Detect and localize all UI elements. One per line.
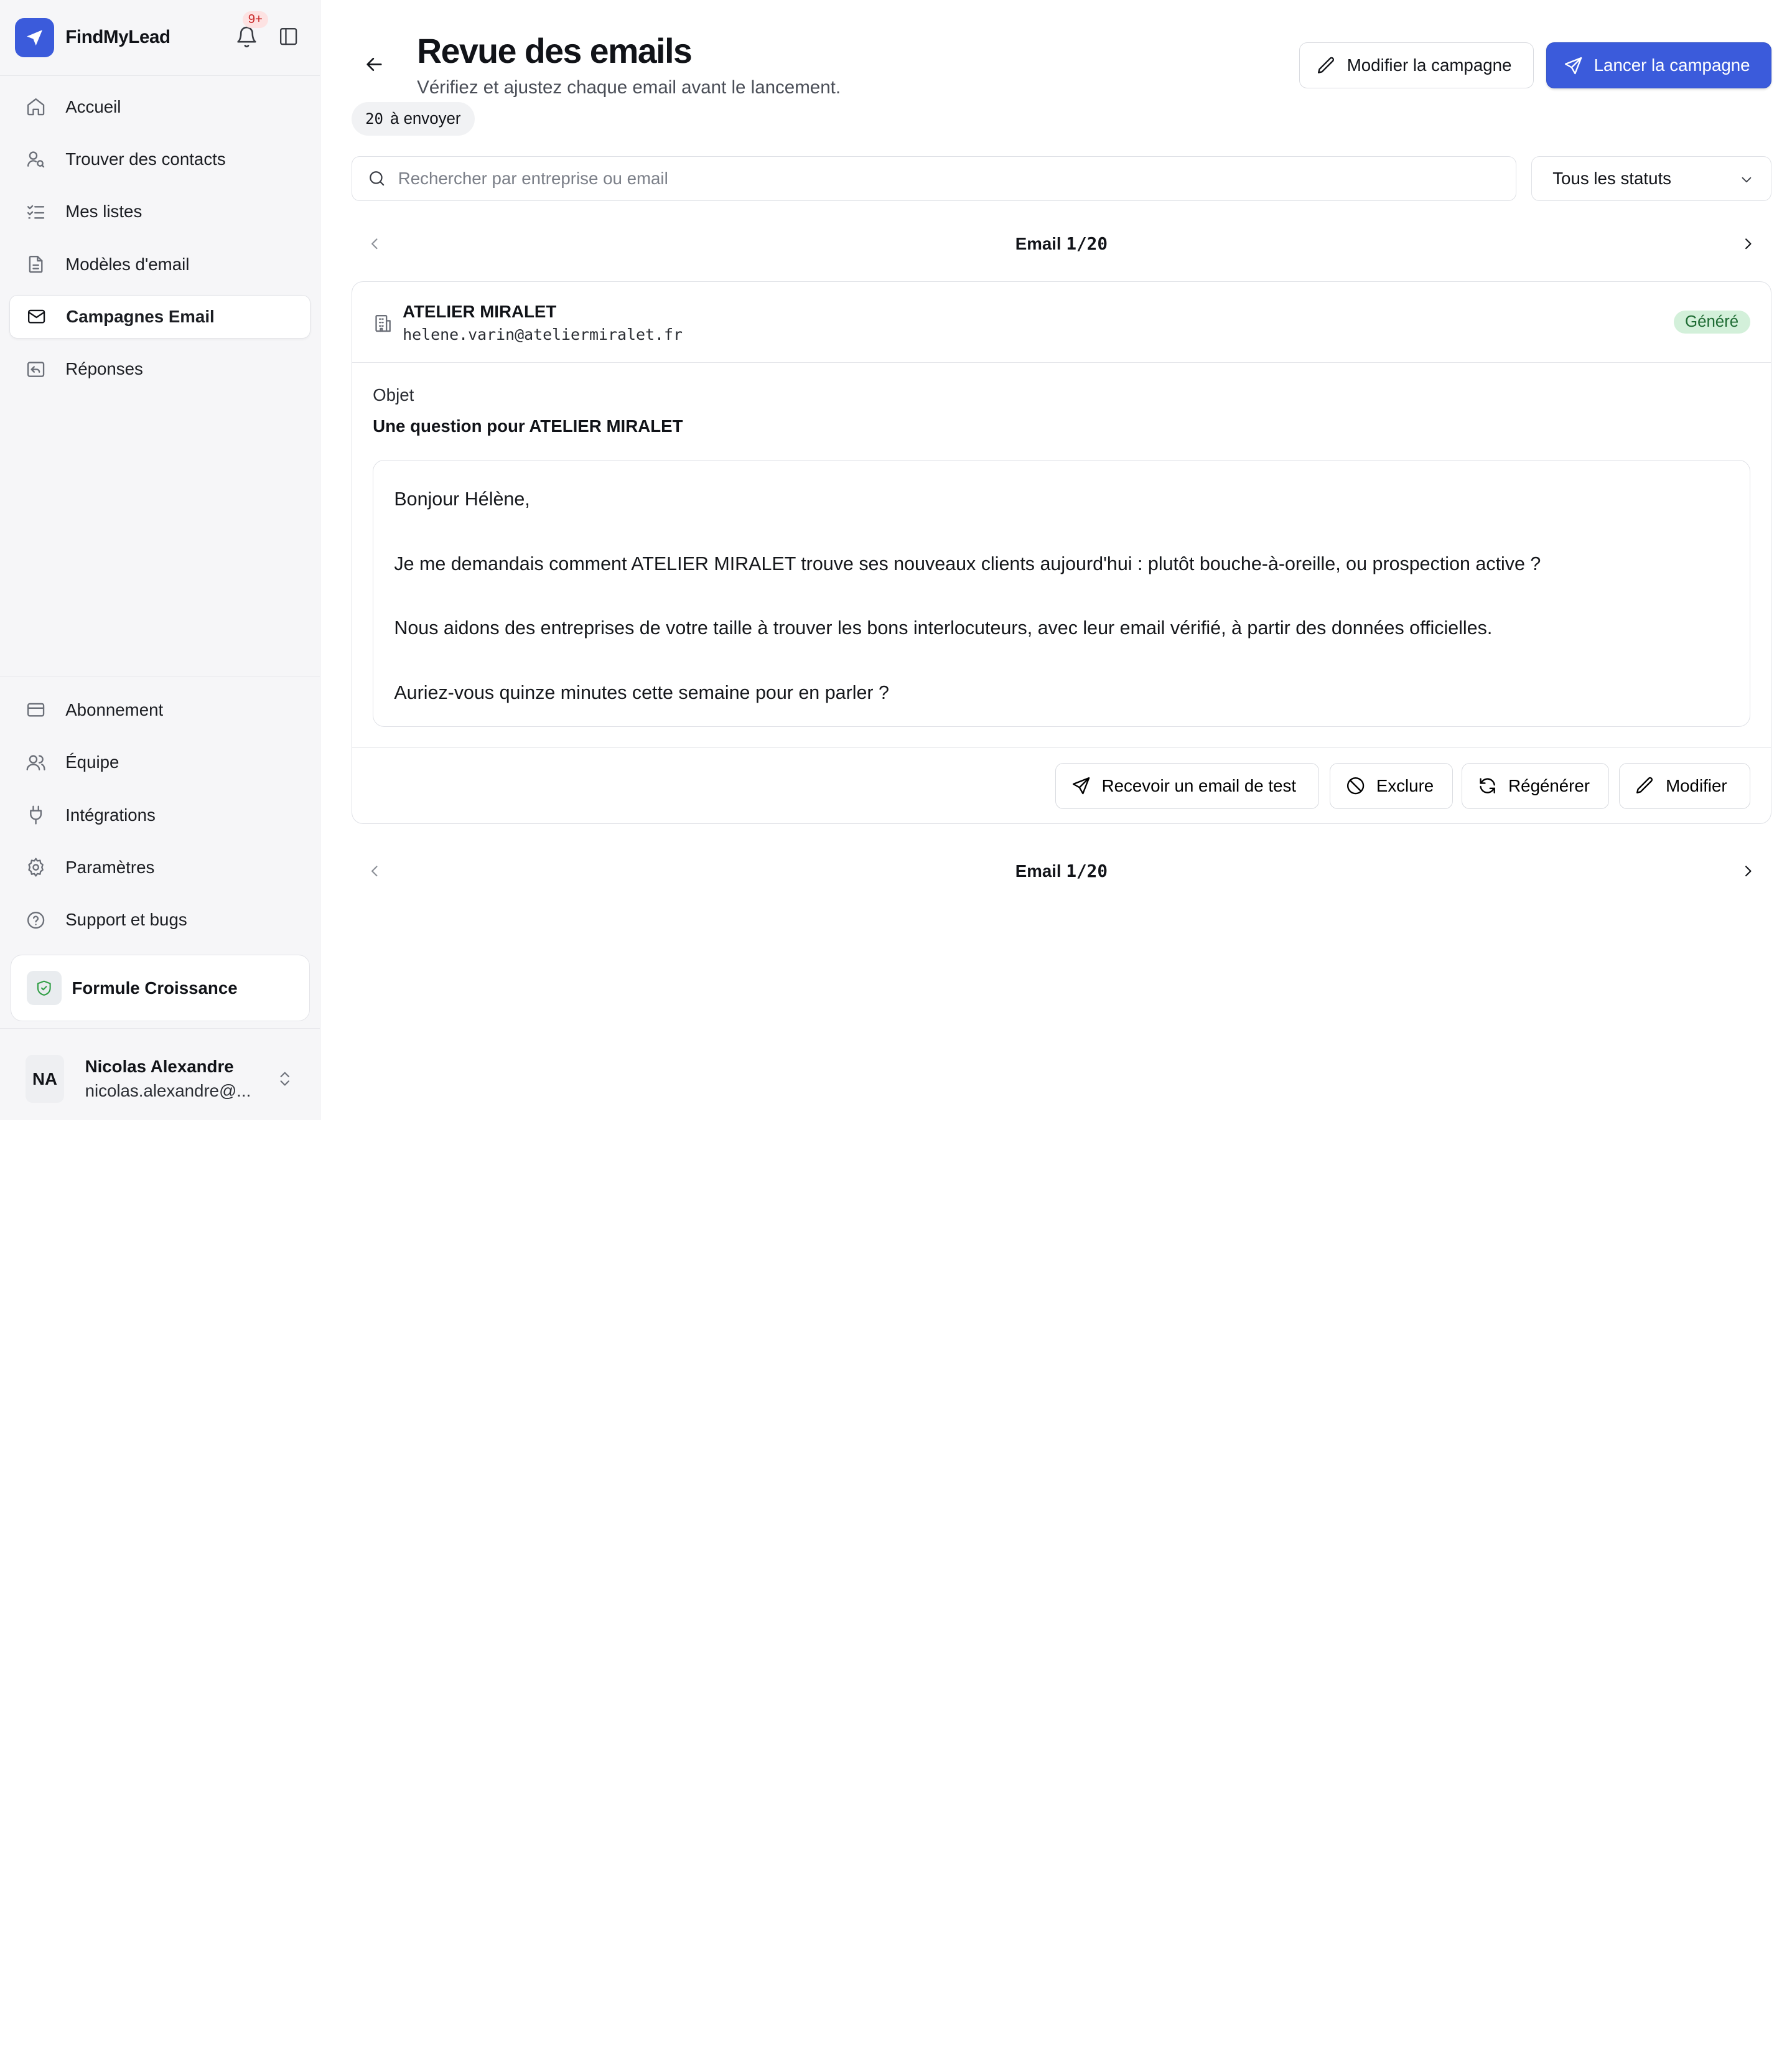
edit-campaign-label: Modifier la campagne — [1346, 55, 1512, 75]
status-select[interactable]: Tous les statuts — [1531, 156, 1771, 202]
count-label: à envoyer — [390, 110, 461, 128]
subject-label: Objet — [373, 385, 414, 405]
chevron-right-icon[interactable] — [1739, 862, 1758, 881]
search-input[interactable] — [398, 169, 1478, 189]
pager-position: 1/20 — [1066, 233, 1108, 254]
email-body-line: Auriez-vous quinze minutes cette semaine… — [394, 681, 889, 703]
pencil-icon — [1636, 777, 1653, 794]
pager-label: Email 1/20 — [352, 233, 1771, 254]
company-name: ATELIER MIRALET — [403, 301, 557, 321]
send-test-label: Recevoir un email de test — [1101, 775, 1297, 795]
pager-word: Email — [1015, 861, 1062, 881]
edit-campaign-button[interactable]: Modifier la campagne — [1299, 42, 1534, 89]
pager-top: Email 1/20 — [352, 230, 1771, 257]
email-body[interactable]: Bonjour Hélène, Je me demandais comment … — [373, 460, 1750, 727]
chevron-down-icon — [1742, 177, 1752, 183]
edit-email-label: Modifier — [1666, 775, 1727, 795]
exclude-button[interactable]: Exclure — [1330, 763, 1453, 809]
send-icon — [1072, 777, 1090, 795]
email-card-actions: Recevoir un email de test Exclure Régéné… — [352, 747, 1771, 823]
count-badge: 20 à envoyer — [351, 102, 475, 136]
ban-icon — [1347, 777, 1365, 795]
chevron-right-icon[interactable] — [1739, 235, 1758, 253]
send-test-button[interactable]: Recevoir un email de test — [1055, 763, 1320, 809]
exclude-label: Exclure — [1376, 775, 1434, 795]
email-body-line: Bonjour Hélène, — [394, 489, 530, 510]
email-body-line: Nous aidons des entreprises de votre tai… — [394, 617, 1493, 639]
regenerate-button[interactable]: Régénérer — [1462, 763, 1609, 809]
edit-email-button[interactable]: Modifier — [1619, 763, 1750, 809]
subject-value: Une question pour ATELIER MIRALET — [373, 416, 683, 436]
pencil-icon — [1317, 57, 1334, 73]
search-icon — [370, 171, 385, 186]
regenerate-label: Régénérer — [1508, 775, 1590, 795]
refresh-icon — [1480, 778, 1496, 794]
email-card: ATELIER MIRALET helene.varin@ateliermira… — [351, 281, 1771, 824]
email-body-line: Je me demandais comment ATELIER MIRALET … — [394, 553, 1541, 574]
email-card-header: ATELIER MIRALET helene.varin@ateliermira… — [352, 282, 1771, 363]
search-box — [351, 156, 1516, 202]
pager-bottom: Email 1/20 — [352, 857, 1771, 884]
pager-position: 1/20 — [1066, 860, 1108, 881]
building-icon — [375, 315, 391, 332]
launch-campaign-label: Lancer la campagne — [1594, 55, 1750, 75]
status-badge: Généré — [1673, 311, 1750, 334]
contact-email: helene.varin@ateliermiralet.fr — [403, 325, 683, 344]
send-icon — [1564, 57, 1582, 74]
pager-label: Email 1/20 — [352, 861, 1771, 881]
back-arrow-icon[interactable] — [363, 53, 386, 76]
page-subtitle: Vérifiez et ajustez chaque email avant l… — [417, 77, 841, 98]
count-value: 20 — [365, 110, 383, 128]
main-content: Revue des emails Vérifiez et ajustez cha… — [0, 0, 1792, 1120]
pager-word: Email — [1015, 233, 1062, 253]
status-select-value: Tous les statuts — [1552, 169, 1672, 189]
launch-campaign-button[interactable]: Lancer la campagne — [1546, 42, 1771, 89]
page-title: Revue des emails — [417, 31, 693, 70]
